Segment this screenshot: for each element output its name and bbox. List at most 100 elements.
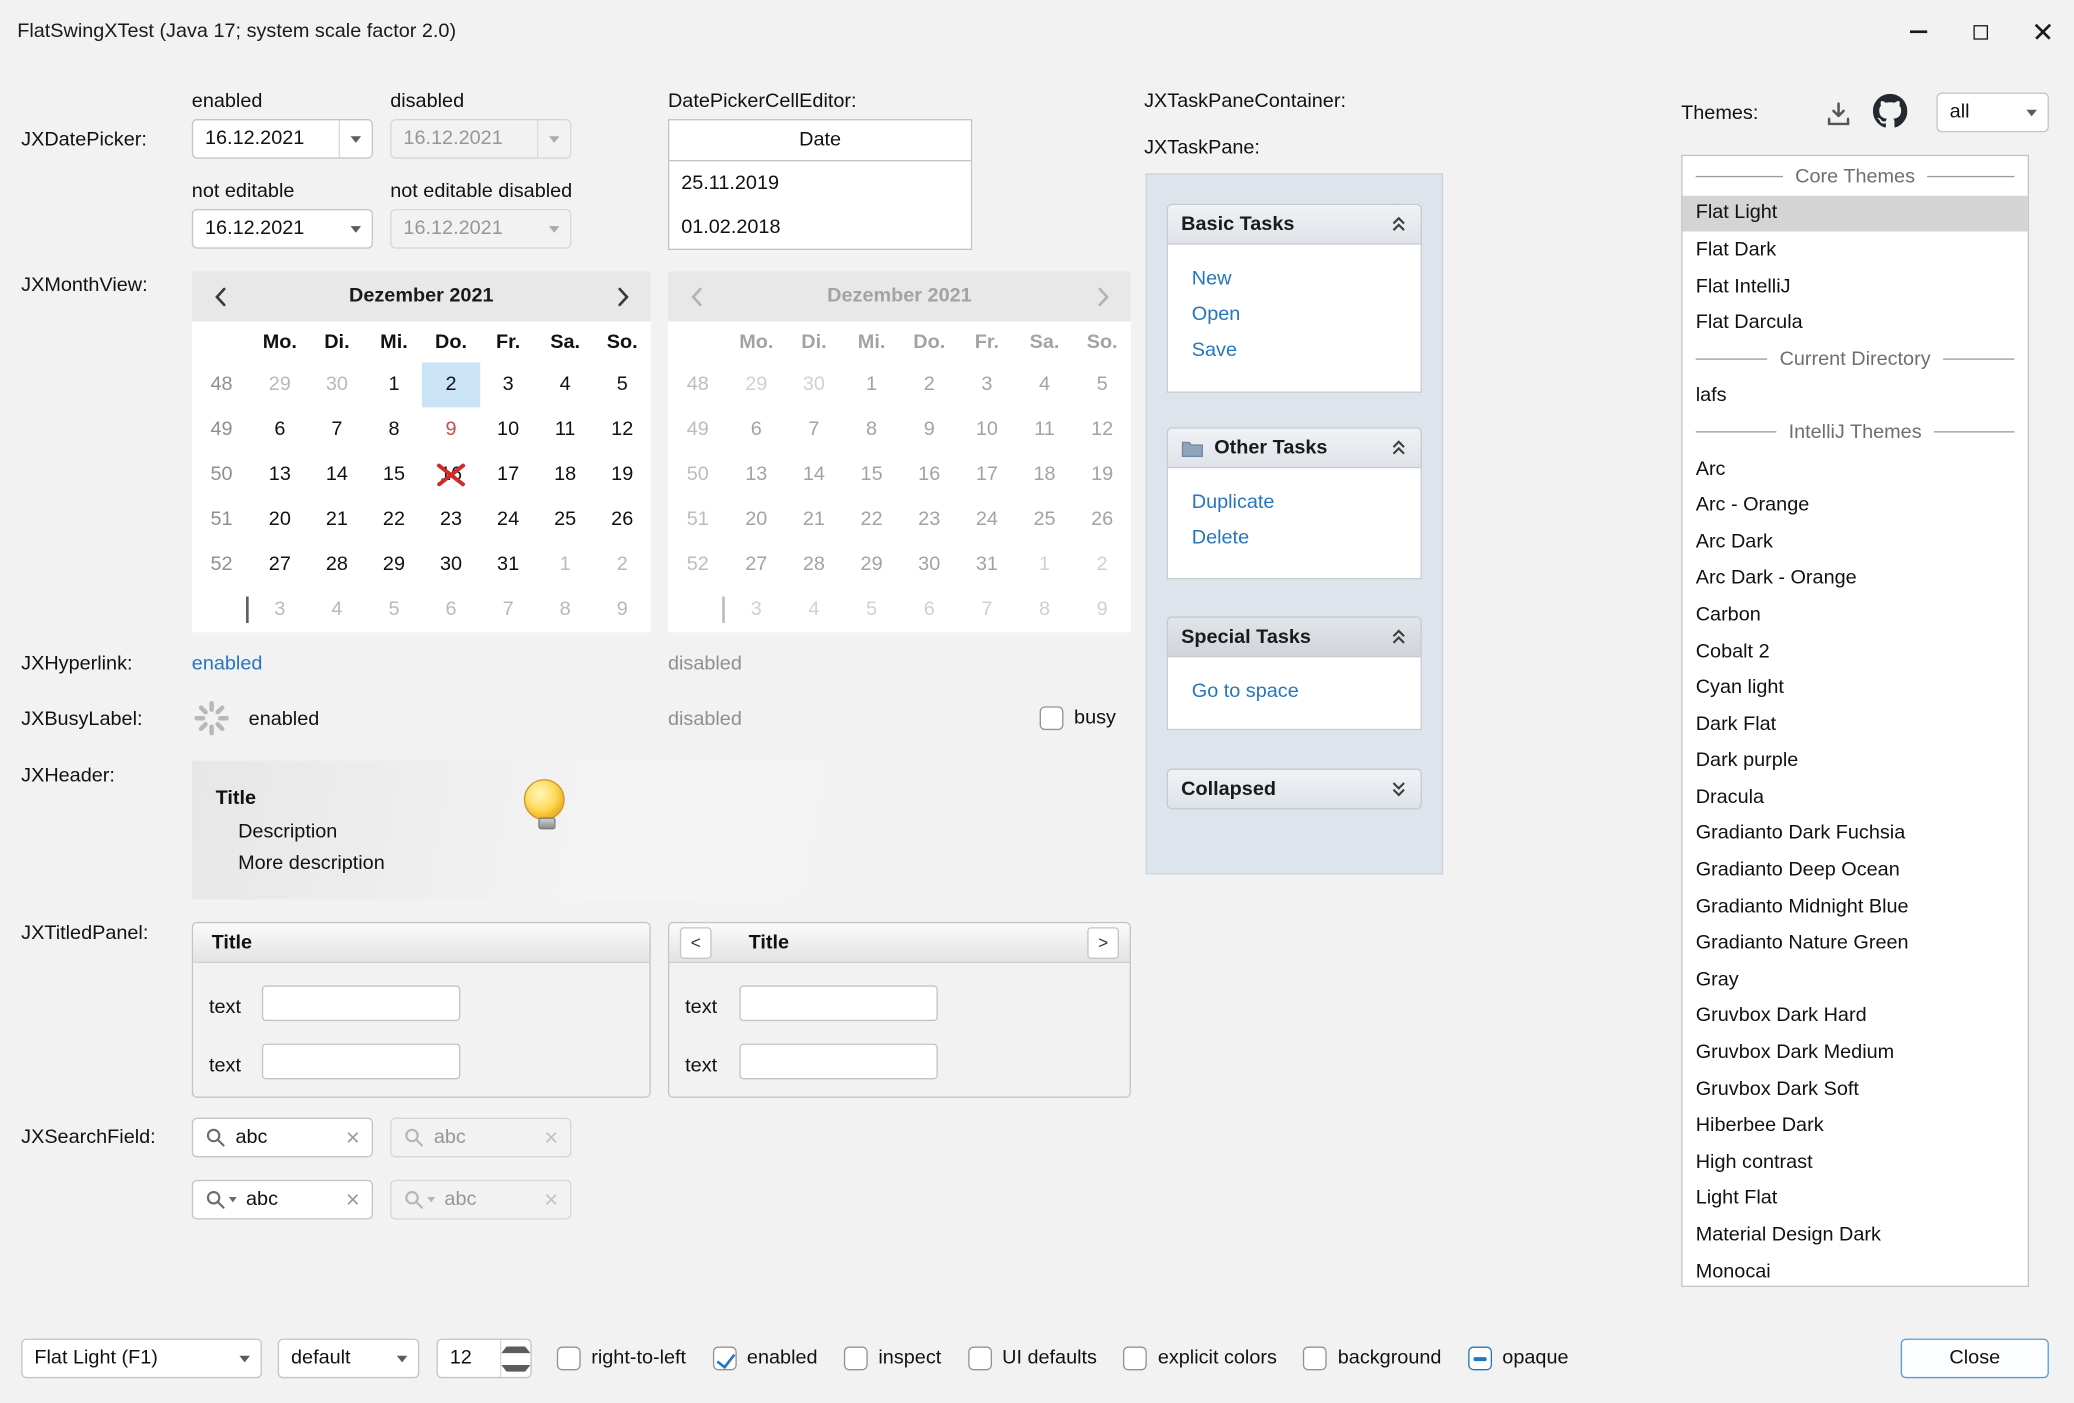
checkbox-ui-defaults[interactable]: UI defaults (968, 1347, 1097, 1371)
checkbox-box[interactable] (557, 1347, 581, 1371)
calendar-day-18[interactable]: 18 (537, 452, 594, 497)
calendar-day-6[interactable]: 6 (251, 407, 308, 452)
theme-item-light-flat[interactable]: Light Flat (1682, 1181, 2027, 1217)
next-month-button[interactable] (595, 286, 651, 306)
checkbox-box[interactable] (1303, 1347, 1327, 1371)
theme-item-flat-darcula[interactable]: Flat Darcula (1682, 305, 2027, 341)
calendar-day-5[interactable]: 5 (594, 362, 651, 407)
calendar-day-26[interactable]: 26 (594, 497, 651, 542)
calendar-day-20[interactable]: 20 (251, 497, 308, 542)
calendar-day-25[interactable]: 25 (537, 497, 594, 542)
calendar-day-10[interactable]: 10 (480, 407, 537, 452)
calendar-day-14[interactable]: 14 (308, 452, 365, 497)
calendar-day-19[interactable]: 19 (594, 452, 651, 497)
checkbox-busy[interactable]: busy (1040, 706, 1116, 730)
calendar-day-7[interactable]: 7 (308, 407, 365, 452)
celleditor-table[interactable]: Date 25.11.2019 01.02.2018 (668, 119, 972, 250)
theme-item-dark-flat[interactable]: Dark Flat (1682, 706, 2027, 742)
checkbox-box[interactable] (844, 1347, 868, 1371)
theme-item-hiberbee-dark[interactable]: Hiberbee Dark (1682, 1108, 2027, 1144)
text-input[interactable] (262, 985, 460, 1021)
calendar-day-15[interactable]: 15 (365, 452, 422, 497)
checkbox-box[interactable] (1040, 706, 1064, 730)
calendar-day-17[interactable]: 17 (480, 452, 537, 497)
collapse-double-chevron-up-icon[interactable] (1390, 216, 1407, 233)
theme-item-carbon[interactable]: Carbon (1682, 597, 2027, 633)
calendar-day-22[interactable]: 22 (365, 497, 422, 542)
calendar-day-28[interactable]: 28 (308, 542, 365, 587)
calendar-day-30[interactable]: 30 (423, 542, 480, 587)
taskpane-link-duplicate[interactable]: Duplicate (1168, 484, 1421, 520)
calendar-day-29[interactable]: 29 (251, 362, 308, 407)
calendar-day-8[interactable]: 8 (365, 407, 422, 452)
calendar-day-13[interactable]: 13 (251, 452, 308, 497)
taskpane-title-bar[interactable]: Basic Tasks (1167, 204, 1422, 245)
theme-item-flat-dark[interactable]: Flat Dark (1682, 232, 2027, 268)
close-button[interactable]: Close (1901, 1339, 2049, 1379)
taskpane-link-save[interactable]: Save (1168, 332, 1421, 368)
datepicker-dropdown-button[interactable] (339, 120, 372, 157)
download-icon[interactable] (1824, 99, 1853, 128)
themes-filter-combo[interactable]: all (1936, 93, 2048, 133)
text-input[interactable] (262, 1044, 460, 1080)
datepicker-dropdown-button[interactable] (339, 210, 372, 247)
titledpanel-left-button[interactable]: < (680, 927, 712, 959)
taskpane-title-bar[interactable]: Collapsed (1167, 768, 1422, 809)
calendar-day-11[interactable]: 11 (537, 407, 594, 452)
font-size-spinner[interactable]: 12 (436, 1339, 531, 1379)
maximize-button[interactable] (1950, 0, 2012, 63)
theme-item-cobalt-2[interactable]: Cobalt 2 (1682, 633, 2027, 669)
calendar-day-21[interactable]: 21 (308, 497, 365, 542)
minimize-button[interactable] (1887, 0, 1949, 63)
theme-item-arc-dark-orange[interactable]: Arc Dark - Orange (1682, 560, 2027, 596)
calendar-day-30[interactable]: 30 (308, 362, 365, 407)
calendar-day-3[interactable]: 3 (251, 587, 308, 632)
checkbox-right-to-left[interactable]: right-to-left (557, 1347, 686, 1371)
theme-item-monocai[interactable]: Monocai (1682, 1254, 2027, 1287)
clear-icon[interactable]: × (346, 1188, 360, 1212)
taskpane-link-new[interactable]: New (1168, 261, 1421, 297)
calendar-day-9[interactable]: 9 (594, 587, 651, 632)
taskpane-link-open[interactable]: Open (1168, 296, 1421, 332)
calendar-day-2[interactable]: 2 (594, 542, 651, 587)
theme-item-high-contrast[interactable]: High contrast (1682, 1144, 2027, 1180)
datepicker-enabled[interactable]: 16.12.2021 (192, 119, 373, 159)
monthview-enabled[interactable]: Dezember 2021 Mo.Di.Mi.Do.Fr.Sa.So.48293… (192, 271, 651, 632)
calendar-day-9[interactable]: 9 (423, 407, 480, 452)
checkbox-opaque[interactable]: opaque (1468, 1347, 1569, 1371)
theme-item-flat-intellij[interactable]: Flat IntelliJ (1682, 268, 2027, 304)
calendar-day-4[interactable]: 4 (308, 587, 365, 632)
titledpanel-right-button[interactable]: > (1087, 927, 1119, 959)
calendar-day-6[interactable]: 6 (423, 587, 480, 632)
themes-list[interactable]: Core ThemesFlat LightFlat DarkFlat Intel… (1681, 155, 2029, 1287)
searchfield-with-menu-enabled[interactable]: abc × (192, 1180, 373, 1220)
searchfield-enabled[interactable]: abc × (192, 1118, 373, 1158)
calendar-day-23[interactable]: 23 (423, 497, 480, 542)
theme-item-cyan-light[interactable]: Cyan light (1682, 670, 2027, 706)
checkbox-inspect[interactable]: inspect (844, 1347, 941, 1371)
checkbox-box[interactable] (1468, 1347, 1492, 1371)
checkbox-explicit-colors[interactable]: explicit colors (1123, 1347, 1276, 1371)
taskpane-link-go-to-space[interactable]: Go to space (1168, 673, 1421, 709)
theme-item-gradianto-nature-green[interactable]: Gradianto Nature Green (1682, 925, 2027, 961)
theme-item-gruvbox-dark-soft[interactable]: Gruvbox Dark Soft (1682, 1071, 2027, 1107)
theme-item-material-design-dark[interactable]: Material Design Dark (1682, 1217, 2027, 1253)
theme-item-dracula[interactable]: Dracula (1682, 779, 2027, 815)
checkbox-box[interactable] (713, 1347, 737, 1371)
checkbox-background[interactable]: background (1303, 1347, 1441, 1371)
expand-double-chevron-down-icon[interactable] (1390, 780, 1407, 797)
calendar-day-7[interactable]: 7 (480, 587, 537, 632)
hyperlink-enabled[interactable]: enabled (192, 652, 263, 676)
style-combo[interactable]: default (278, 1339, 420, 1379)
text-input[interactable] (739, 985, 937, 1021)
theme-item-arc[interactable]: Arc (1682, 451, 2027, 487)
table-row[interactable]: 01.02.2018 (669, 205, 971, 249)
taskpane-link-delete[interactable]: Delete (1168, 520, 1421, 556)
table-row[interactable]: 25.11.2019 (669, 161, 971, 205)
calendar-day-29[interactable]: 29 (365, 542, 422, 587)
theme-item-gradianto-midnight-blue[interactable]: Gradianto Midnight Blue (1682, 889, 2027, 925)
calendar-day-1[interactable]: 1 (537, 542, 594, 587)
github-icon[interactable] (1873, 94, 1907, 128)
calendar-day-16[interactable]: 16 (423, 452, 480, 497)
calendar-day-24[interactable]: 24 (480, 497, 537, 542)
